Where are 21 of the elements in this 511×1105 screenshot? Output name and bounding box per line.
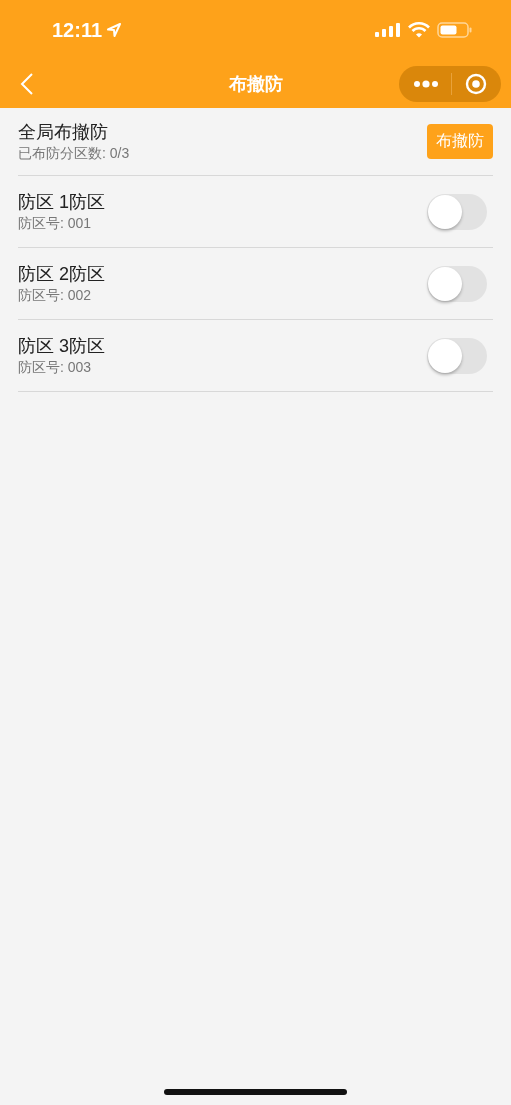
- global-arm-title: 全局布撤防: [18, 121, 109, 144]
- zone-toggle[interactable]: [427, 265, 487, 302]
- battery-icon: [437, 22, 473, 38]
- status-time: 12:11: [52, 18, 103, 42]
- armed-zone-count: 已布防分区数: 0/3: [18, 145, 130, 163]
- signal-icon: [375, 23, 401, 37]
- zone-number: 防区号: 002: [18, 287, 93, 305]
- close-target-icon[interactable]: [464, 73, 487, 95]
- more-icon[interactable]: [413, 80, 440, 88]
- zone-toggle[interactable]: [427, 193, 487, 230]
- zone-toggle[interactable]: [427, 337, 487, 374]
- arm-disarm-button[interactable]: 布撤防: [427, 124, 493, 159]
- zone-name: 防区 2防区: [18, 263, 105, 286]
- zone-name: 防区 1防区: [18, 191, 105, 214]
- back-icon[interactable]: [20, 72, 34, 96]
- zone-name: 防区 3防区: [18, 335, 105, 358]
- zone-number: 防区号: 003: [18, 359, 93, 377]
- zone-number: 防区号: 001: [18, 215, 93, 233]
- location-arrow-icon: [106, 22, 123, 38]
- page-title: 布撤防: [228, 73, 283, 96]
- wifi-icon: [408, 22, 430, 38]
